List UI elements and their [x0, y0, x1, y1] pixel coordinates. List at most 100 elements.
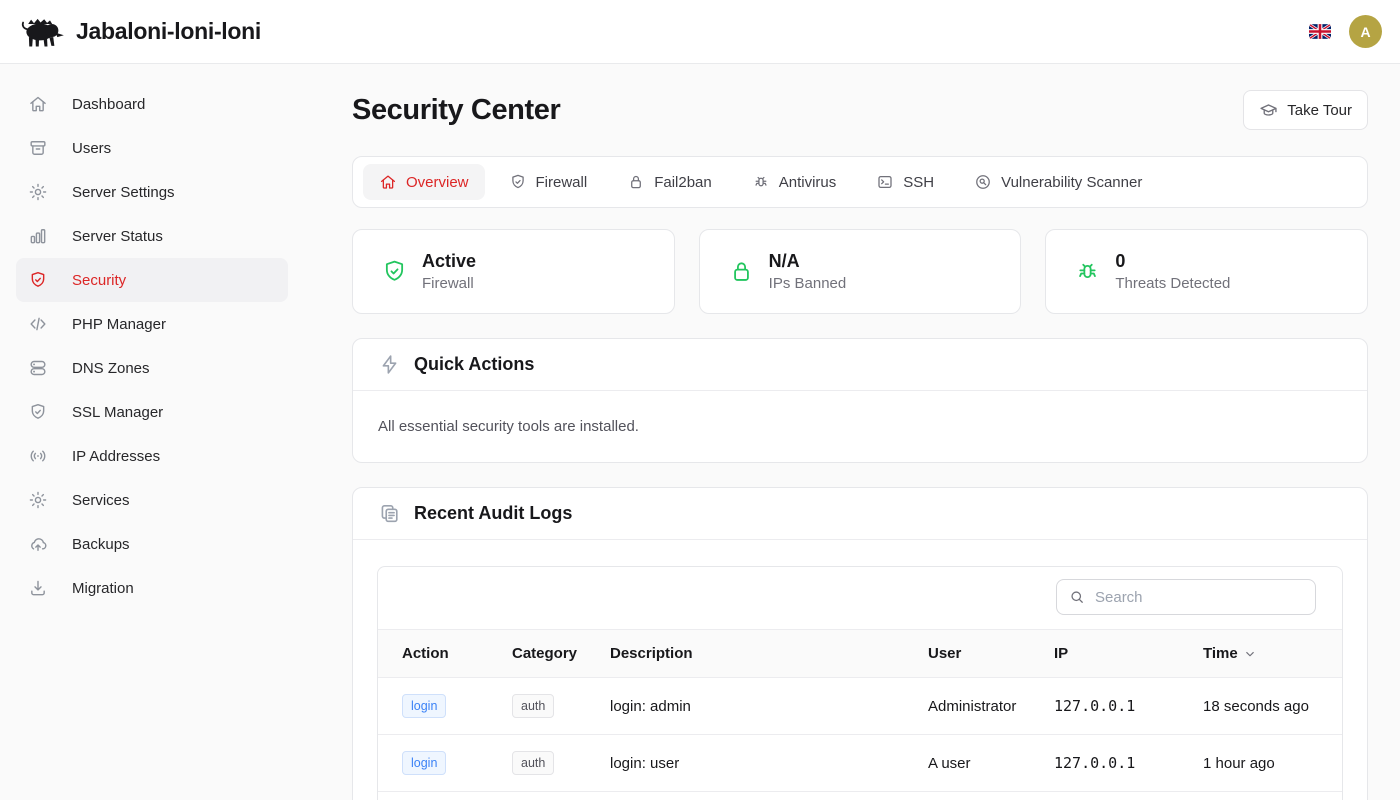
category-badge: auth	[512, 751, 554, 775]
lock-icon	[627, 173, 645, 191]
sidebar-item-label: Users	[72, 140, 111, 157]
table-row[interactable]: login auth login: admin Administrator 12…	[378, 678, 1342, 735]
action-badge: login	[402, 751, 446, 775]
user-avatar[interactable]: A	[1349, 15, 1382, 48]
home-icon	[28, 94, 48, 114]
lightning-icon	[378, 353, 401, 376]
stat-value: 0	[1115, 249, 1230, 273]
stat-card-threats: 0 Threats Detected	[1045, 229, 1368, 314]
sidebar-item-backups[interactable]: Backups	[16, 522, 288, 566]
shield-check-icon	[509, 173, 527, 191]
section-title: Quick Actions	[414, 354, 534, 375]
stat-label: Threats Detected	[1115, 274, 1230, 294]
chevron-down-icon	[1243, 647, 1257, 661]
quick-actions-message: All essential security tools are install…	[353, 391, 1367, 462]
app-title: Jabaloni-loni-loni	[76, 18, 261, 45]
category-badge: auth	[512, 694, 554, 718]
language-flag-icon[interactable]	[1309, 24, 1331, 39]
time-cell: 18 seconds ago	[1179, 678, 1342, 735]
sidebar-item-label: SSL Manager	[72, 404, 163, 421]
tab-label: Vulnerability Scanner	[1001, 174, 1142, 191]
stat-value: Active	[422, 249, 476, 273]
tab-fail2ban[interactable]: Fail2ban	[611, 164, 728, 200]
tab-label: Overview	[406, 174, 469, 191]
terminal-icon	[876, 173, 894, 191]
sidebar-item-dashboard[interactable]: Dashboard	[16, 82, 288, 126]
stat-label: Firewall	[422, 274, 476, 294]
tab-antivirus[interactable]: Antivirus	[736, 164, 853, 200]
tab-label: Fail2ban	[654, 174, 712, 191]
tab-firewall[interactable]: Firewall	[493, 164, 604, 200]
stat-label: IPs Banned	[769, 274, 847, 294]
sidebar-item-label: Services	[72, 492, 130, 509]
table-header-row: Action Category Description User IP Time	[378, 630, 1342, 678]
tab-label: Firewall	[536, 174, 588, 191]
sidebar-item-label: Migration	[72, 580, 134, 597]
column-header-time[interactable]: Time	[1179, 630, 1342, 678]
sidebar-item-server-settings[interactable]: Server Settings	[16, 170, 288, 214]
tab-overview[interactable]: Overview	[363, 164, 485, 200]
column-header-action[interactable]: Action	[378, 630, 488, 678]
lock-icon	[728, 258, 755, 285]
column-header-user[interactable]: User	[904, 630, 1030, 678]
sidebar-item-label: Dashboard	[72, 96, 145, 113]
tab-label: Antivirus	[779, 174, 837, 191]
server-icon	[28, 358, 48, 378]
security-tabs: Overview Firewall Fail2ban Antivirus SSH…	[352, 156, 1368, 208]
bar-chart-icon	[28, 226, 48, 246]
sidebar-item-ip-addresses[interactable]: IP Addresses	[16, 434, 288, 478]
sidebar-item-dns-zones[interactable]: DNS Zones	[16, 346, 288, 390]
brand[interactable]: Jabaloni-loni-loni	[18, 14, 261, 50]
take-tour-label: Take Tour	[1287, 102, 1352, 119]
sidebar-item-users[interactable]: Users	[16, 126, 288, 170]
gear-icon	[28, 182, 48, 202]
sidebar-item-label: IP Addresses	[72, 448, 160, 465]
shield-check-icon	[28, 402, 48, 422]
sidebar-item-label: Server Status	[72, 228, 163, 245]
graduation-cap-icon	[1259, 101, 1278, 120]
search-input[interactable]	[1056, 579, 1316, 615]
audit-logs-section: Recent Audit Logs Action Category	[352, 487, 1368, 800]
main-content: Security Center Take Tour Overview Firew…	[304, 64, 1400, 800]
sidebar-item-label: DNS Zones	[72, 360, 150, 377]
description-cell: login: user	[586, 735, 904, 792]
sidebar-item-label: PHP Manager	[72, 316, 166, 333]
stat-card-firewall: Active Firewall	[352, 229, 675, 314]
table-row[interactable]: login auth login: user A user 127.0.0.1 …	[378, 735, 1342, 792]
home-icon	[379, 173, 397, 191]
sidebar-item-label: Server Settings	[72, 184, 175, 201]
tab-ssh[interactable]: SSH	[860, 164, 950, 200]
tab-vulnerability-scanner[interactable]: Vulnerability Scanner	[958, 164, 1158, 200]
page-title: Security Center	[352, 94, 560, 127]
column-header-category[interactable]: Category	[488, 630, 586, 678]
tab-label: SSH	[903, 174, 934, 191]
sidebar-item-security[interactable]: Security	[16, 258, 288, 302]
bug-icon	[1074, 258, 1101, 285]
column-header-time-label: Time	[1203, 645, 1238, 662]
take-tour-button[interactable]: Take Tour	[1243, 90, 1368, 130]
sidebar-item-migration[interactable]: Migration	[16, 566, 288, 610]
search-box	[1056, 579, 1316, 615]
top-bar: Jabaloni-loni-loni A	[0, 0, 1400, 64]
user-cell: Administrator	[904, 678, 1030, 735]
sidebar-item-php-manager[interactable]: PHP Manager	[16, 302, 288, 346]
scanner-icon	[974, 173, 992, 191]
table-row	[378, 792, 1342, 800]
sidebar-item-ssl-manager[interactable]: SSL Manager	[16, 390, 288, 434]
audit-table: Action Category Description User IP Time	[378, 629, 1342, 800]
stat-value: N/A	[769, 249, 847, 273]
section-title: Recent Audit Logs	[414, 503, 572, 524]
description-cell: login: admin	[586, 678, 904, 735]
column-header-description[interactable]: Description	[586, 630, 904, 678]
download-icon	[28, 578, 48, 598]
boar-logo-icon	[18, 14, 66, 50]
sidebar: Dashboard Users Server Settings Server S…	[0, 64, 304, 800]
archive-icon	[28, 138, 48, 158]
ip-cell: 127.0.0.1	[1030, 678, 1179, 735]
sidebar-item-services[interactable]: Services	[16, 478, 288, 522]
time-cell: 1 hour ago	[1179, 735, 1342, 792]
broadcast-icon	[28, 446, 48, 466]
sidebar-item-server-status[interactable]: Server Status	[16, 214, 288, 258]
column-header-ip[interactable]: IP	[1030, 630, 1179, 678]
gear-icon	[28, 490, 48, 510]
